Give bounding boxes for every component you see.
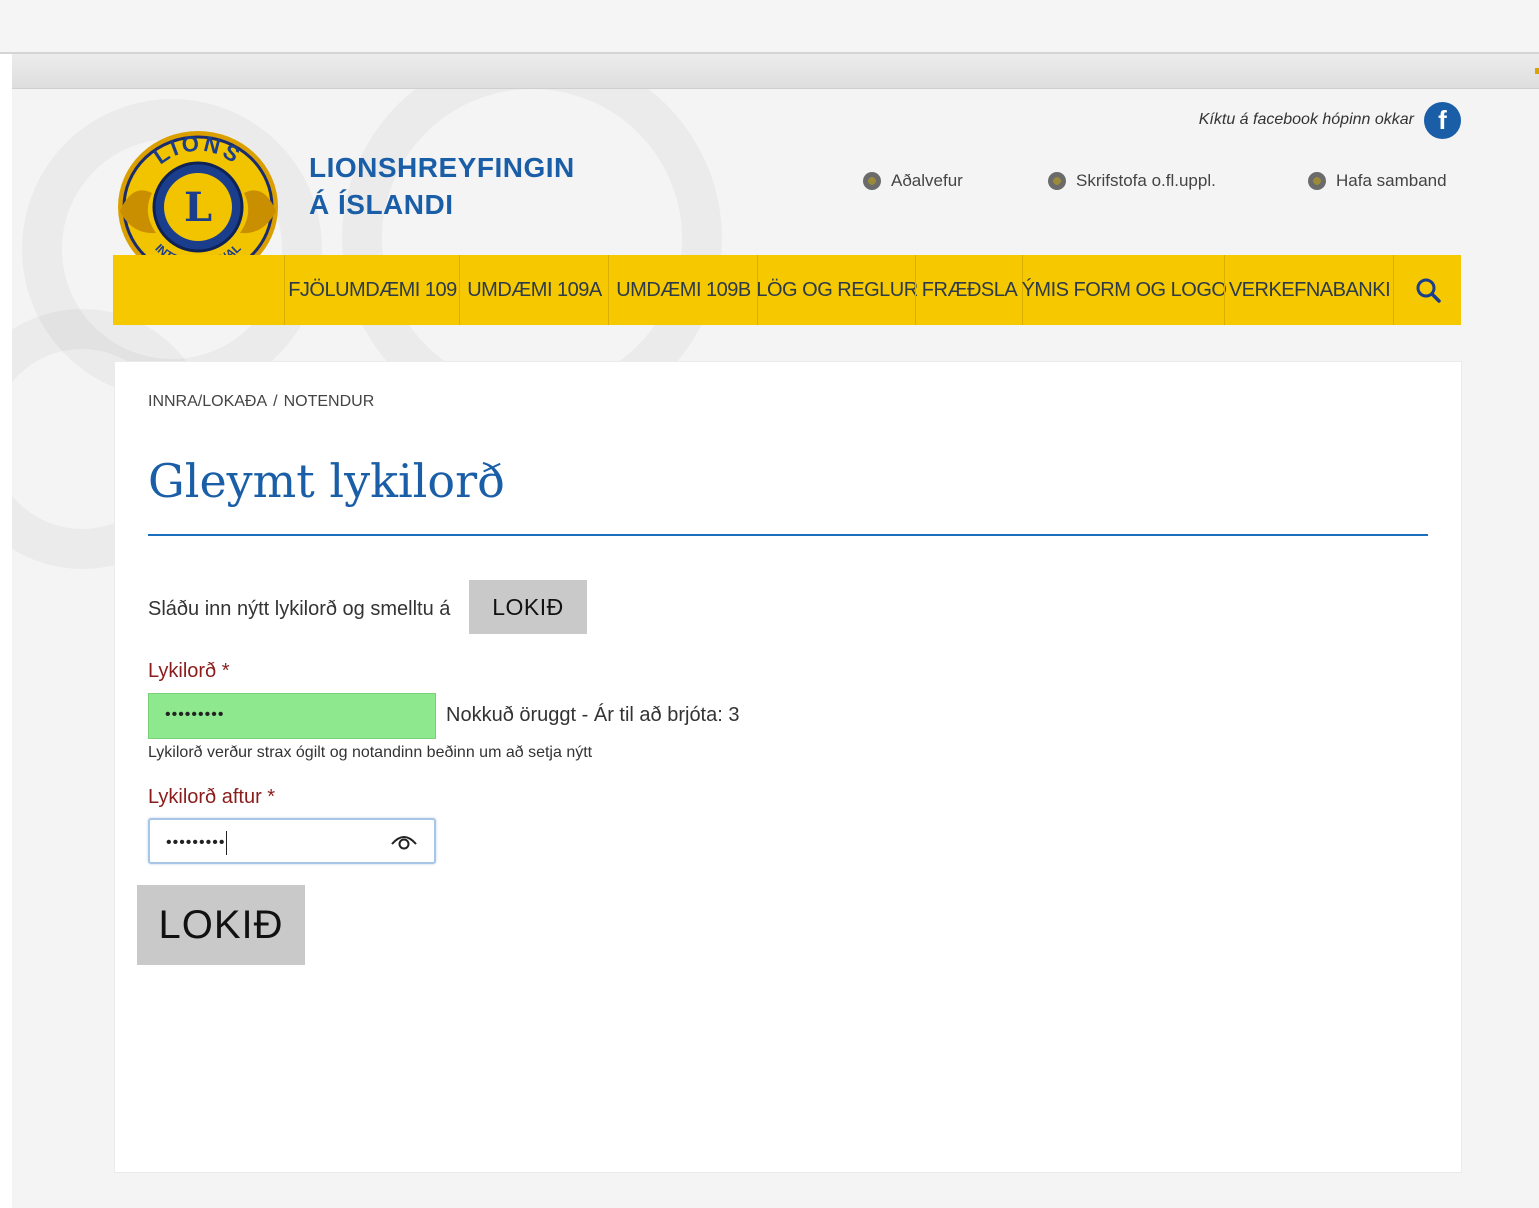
search-icon: [1416, 278, 1441, 303]
confirm-password-value: •••••••••: [166, 831, 228, 855]
breadcrumb-item[interactable]: NOTENDUR: [284, 393, 375, 410]
facebook-icon[interactable]: f: [1424, 101, 1461, 139]
brand-line-2: Á ÍSLANDI: [309, 189, 454, 220]
search-button[interactable]: [1393, 255, 1462, 325]
page: L LIONS INTERNATIONAL LIONSHREYFINGIN Á …: [12, 89, 1539, 1208]
nav-item-umdaemi-109b[interactable]: UMDÆMI 109B: [608, 255, 758, 325]
breadcrumb-item[interactable]: INNRA/LOKAÐA: [148, 393, 267, 410]
title-divider: [148, 534, 1428, 536]
lokid-submit-button[interactable]: LOKIÐ: [137, 885, 305, 965]
facebook-text: Kíktu á facebook hópinn okkar: [1198, 111, 1414, 128]
text-caret: [226, 831, 228, 855]
bookmark-indicator: [1535, 68, 1539, 74]
lions-bullet-icon: [863, 172, 881, 190]
browser-bookmarks-bar: [12, 54, 1539, 89]
brand-name[interactable]: LIONSHREYFINGIN Á ÍSLANDI: [309, 149, 575, 223]
top-link-adalvefur[interactable]: Aðalvefur: [863, 171, 963, 191]
nav-item-ymis-form-og-logo[interactable]: ÝMIS FORM OG LOGO: [1022, 255, 1227, 325]
confirm-password-label: Lykilorð aftur *: [148, 786, 276, 808]
breadcrumb-separator: /: [273, 393, 278, 410]
password-label: Lykilorð *: [148, 660, 230, 682]
nav-item-fraedsla[interactable]: FRÆÐSLA: [915, 255, 1023, 325]
browser-toolbar: [0, 0, 1539, 54]
content-card: INNRA/LOKAÐA / NOTENDUR Gleymt lykilorð Sl…: [114, 361, 1462, 1173]
confirm-password-field[interactable]: •••••••••: [148, 818, 436, 864]
inline-lokid-button: LOKIÐ: [469, 580, 587, 634]
nav-item-umdaemi-109a[interactable]: UMDÆMI 109A: [459, 255, 609, 325]
breadcrumb: INNRA/LOKAÐA / NOTENDUR: [148, 393, 374, 411]
password-field[interactable]: •••••••••: [148, 693, 436, 739]
nav-item-fjolumdaemi-109[interactable]: FJÖLUMDÆMI 109: [284, 255, 460, 325]
password-help-text: Lykilorð verður strax ógilt og notandinn…: [148, 744, 593, 761]
nav-item-log-og-reglur[interactable]: LÖG OG REGLUR: [756, 255, 918, 325]
lions-bullet-icon: [1048, 172, 1066, 190]
facebook-link[interactable]: Kíktu á facebook hópinn okkar f: [1199, 101, 1461, 139]
main-nav: FJÖLUMDÆMI 109 UMDÆMI 109A UMDÆMI 109B L…: [113, 255, 1461, 325]
instruction-text: Sláðu inn nýtt lykilorð og smelltu á: [148, 598, 451, 620]
top-link-label: Hafa samband: [1336, 171, 1447, 190]
top-link-label: Aðalvefur: [891, 171, 963, 190]
show-password-eye-icon[interactable]: [390, 832, 418, 852]
nav-item-verkefnabanki[interactable]: VERKEFNABANKI: [1224, 255, 1394, 325]
logo-letter: L: [184, 184, 212, 231]
top-link-hafa-samband[interactable]: Hafa samband: [1308, 171, 1447, 191]
top-link-skrifstofa[interactable]: Skrifstofa o.fl.uppl.: [1048, 171, 1216, 191]
page-title: Gleymt lykilorð: [148, 454, 505, 508]
brand-line-1: LIONSHREYFINGIN: [309, 152, 575, 183]
top-link-label: Skrifstofa o.fl.uppl.: [1076, 171, 1216, 190]
confirm-password-dots: •••••••••: [166, 834, 226, 852]
password-strength-text: Nokkuð öruggt - Ár til að brjóta: 3: [446, 704, 740, 726]
lions-bullet-icon: [1308, 172, 1326, 190]
